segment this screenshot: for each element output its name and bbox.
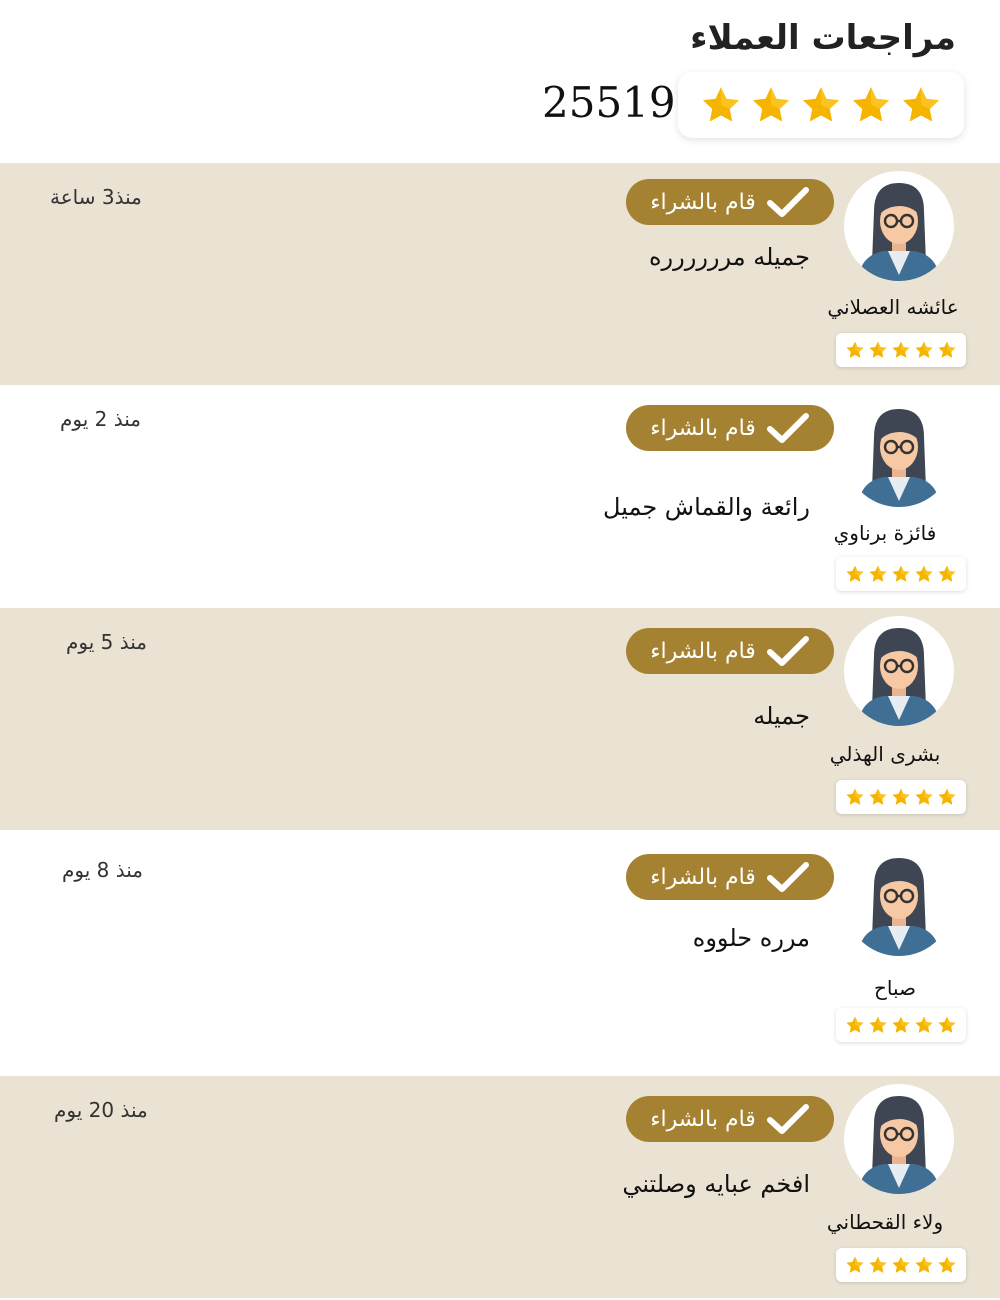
check-icon	[766, 860, 810, 894]
star-icon	[937, 340, 957, 360]
avatar	[844, 846, 954, 956]
star-icon	[845, 1255, 865, 1275]
review-rating-stars	[836, 1008, 966, 1042]
review-time: منذ 5 يوم	[66, 630, 147, 654]
review-item: قام بالشراء جميله مرررررره منذ3 ساعة عائ…	[0, 163, 1000, 385]
star-icon	[891, 564, 911, 584]
star-icon	[914, 787, 934, 807]
review-time: منذ 20 يوم	[54, 1098, 148, 1122]
star-icon	[845, 340, 865, 360]
review-item: قام بالشراء رائعة والقماش جميل منذ 2 يوم…	[0, 385, 1000, 608]
star-icon	[891, 787, 911, 807]
star-icon	[891, 1255, 911, 1275]
review-time: منذ 8 يوم	[62, 858, 143, 882]
review-text: افخم عبايه وصلتني	[622, 1170, 810, 1198]
purchased-badge-label: قام بالشراء	[650, 864, 756, 890]
purchased-badge-label: قام بالشراء	[650, 1106, 756, 1132]
avatar	[844, 1084, 954, 1194]
avatar	[844, 616, 954, 726]
star-icon	[700, 84, 742, 126]
star-icon	[914, 1015, 934, 1035]
review-text: مرره حلووه	[692, 924, 810, 952]
star-icon	[891, 1015, 911, 1035]
star-icon	[914, 340, 934, 360]
star-icon	[845, 787, 865, 807]
purchased-badge: قام بالشراء	[626, 179, 834, 225]
star-icon	[845, 564, 865, 584]
review-rating-stars	[836, 1248, 966, 1282]
review-text: جميله	[753, 702, 810, 730]
review-time: منذ 2 يوم	[60, 407, 141, 431]
star-icon	[868, 564, 888, 584]
review-rating-stars	[836, 557, 966, 591]
star-icon	[937, 1255, 957, 1275]
reviewer-name: ولاء القحطاني	[826, 1210, 944, 1234]
star-icon	[868, 340, 888, 360]
purchased-badge-label: قام بالشراء	[650, 415, 756, 441]
star-icon	[750, 84, 792, 126]
review-text: رائعة والقماش جميل	[603, 493, 810, 521]
review-item: قام بالشراء افخم عبايه وصلتني منذ 20 يوم…	[0, 1076, 1000, 1298]
star-icon	[845, 1015, 865, 1035]
review-item: قام بالشراء مرره حلووه منذ 8 يوم صباح	[0, 830, 1000, 1076]
overall-rating-stars	[678, 72, 964, 138]
star-icon	[914, 564, 934, 584]
star-icon	[891, 340, 911, 360]
purchased-badge-label: قام بالشراء	[650, 638, 756, 664]
star-icon	[868, 1255, 888, 1275]
avatar	[844, 171, 954, 281]
purchased-badge: قام بالشراء	[626, 405, 834, 451]
star-icon	[868, 787, 888, 807]
star-icon	[937, 564, 957, 584]
page-title: مراجعات العملاء	[690, 18, 956, 58]
purchased-badge: قام بالشراء	[626, 854, 834, 900]
purchased-badge-label: قام بالشراء	[650, 189, 756, 215]
purchased-badge: قام بالشراء	[626, 628, 834, 674]
star-icon	[800, 84, 842, 126]
star-icon	[937, 787, 957, 807]
star-icon	[937, 1015, 957, 1035]
avatar	[844, 397, 954, 507]
review-time: منذ3 ساعة	[50, 185, 142, 209]
check-icon	[766, 634, 810, 668]
check-icon	[766, 185, 810, 219]
reviewer-name: صباح	[873, 976, 917, 1000]
reviewer-name: بشرى الهذلي	[829, 742, 941, 766]
review-item: قام بالشراء جميله منذ 5 يوم بشرى الهذلي	[0, 608, 1000, 830]
review-rating-stars	[836, 333, 966, 367]
total-reviews-count: 25519	[542, 78, 676, 127]
check-icon	[766, 411, 810, 445]
reviewer-name: عائشه العصلاني	[827, 295, 959, 319]
review-rating-stars	[836, 780, 966, 814]
star-icon	[868, 1015, 888, 1035]
check-icon	[766, 1102, 810, 1136]
review-text: جميله مرررررره	[648, 243, 810, 271]
purchased-badge: قام بالشراء	[626, 1096, 834, 1142]
star-icon	[850, 84, 892, 126]
star-icon	[900, 84, 942, 126]
star-icon	[914, 1255, 934, 1275]
reviewer-name: فائزة برناوي	[833, 521, 937, 545]
